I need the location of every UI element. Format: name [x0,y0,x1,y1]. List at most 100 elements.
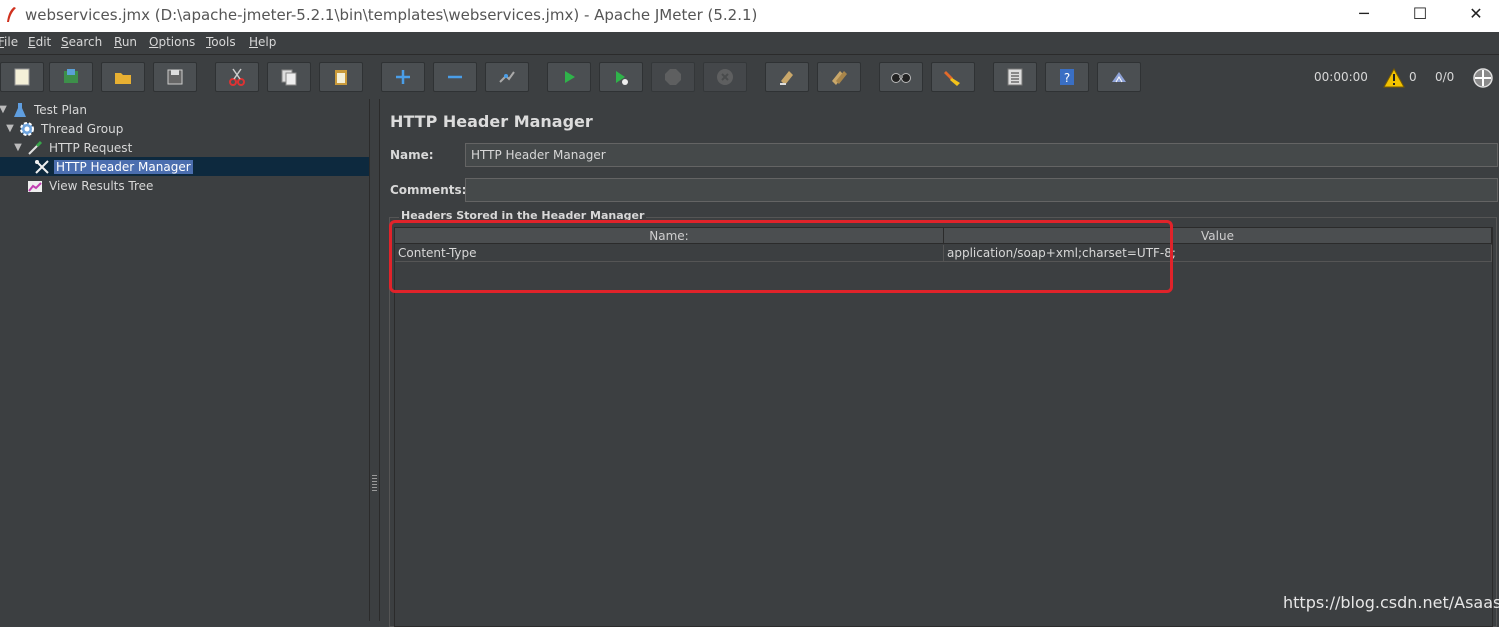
divider-grip[interactable] [372,475,377,491]
toggle-button[interactable] [485,62,529,92]
clear-all-button[interactable] [817,62,861,92]
templates-icon [64,69,78,83]
menu-edit[interactable]: Edit [28,35,51,49]
menu-search-mnemonic: S [61,35,69,49]
cut-icon [229,68,245,86]
tree-item-view-results-tree[interactable]: View Results Tree [26,176,155,195]
menu-options-label: ptions [158,35,196,49]
search-button[interactable] [879,62,923,92]
tools-icon [33,158,51,176]
window-title: webservices.jmx (D:\apache-jmeter-5.2.1\… [25,6,758,24]
open-button[interactable] [101,62,145,92]
reset-search-button[interactable] [931,62,975,92]
start-no-pauses-icon [616,71,628,85]
function-helper-icon [1007,68,1023,86]
active-threads: 0/0 [1435,70,1455,84]
stop-button[interactable] [651,62,695,92]
pipette-icon [26,139,44,157]
shutdown-button[interactable] [703,62,747,92]
watermark-text: https://blog.csdn.net/Asaasa1 [1283,593,1499,612]
window-title-bar: webservices.jmx (D:\apache-jmeter-5.2.1\… [0,0,1499,32]
stop-icon [665,69,681,85]
function-helper-button[interactable] [993,62,1037,92]
clear-all-icon [832,71,847,85]
jmeter-feather-icon [4,6,18,28]
tree-item-label: View Results Tree [49,178,154,193]
clear-button[interactable] [765,62,809,92]
collapse-all-button[interactable] [433,62,477,92]
comments-field[interactable] [465,178,1498,202]
gear-icon [18,120,36,138]
paste-icon [335,70,347,85]
split-pane-divider[interactable] [369,99,380,621]
new-icon [14,68,30,86]
expanded-twisty-icon[interactable]: ▼ [12,142,24,154]
tree-item-test-plan[interactable]: ▼ Test Plan [0,100,89,119]
chart-icon [26,177,44,195]
menu-help-mnemonic: H [249,35,259,49]
menu-run[interactable]: Run [114,35,137,49]
menu-help[interactable]: Help [249,35,276,49]
maximize-button[interactable]: ☐ [1395,0,1445,32]
header-manager-editor: HTTP Header Manager Name: HTTP Header Ma… [380,99,1499,627]
expand-icon [396,70,410,84]
toolbar: ? 00:00:00 0 0/0 [0,55,1499,99]
start-no-pauses-button[interactable] [599,62,643,92]
open-icon [115,73,131,84]
name-field[interactable]: HTTP Header Manager [465,143,1498,167]
expanded-twisty-icon[interactable]: ▼ [4,123,16,135]
warning-icon[interactable] [1383,67,1405,91]
test-plan-icon [11,101,29,119]
save-icon [167,69,183,85]
svg-text:?: ? [1064,71,1070,85]
panel-title: HTTP Header Manager [390,112,593,131]
comments-label: Comments: [390,183,467,197]
close-button[interactable]: ✕ [1451,0,1499,32]
menu-edit-label: dit [35,35,52,49]
remote-start-button[interactable] [1097,62,1141,92]
help-icon: ? [1060,69,1074,85]
new-button[interactable] [0,62,44,92]
elapsed-time: 00:00:00 [1314,70,1368,84]
search-icon [891,73,911,83]
menu-edit-mnemonic: E [28,35,36,49]
toggle-icon [499,71,515,83]
menu-search-label: earch [68,35,103,49]
menu-bar: File Edit Search Run Options Tools Help [0,32,1499,55]
reset-search-icon [944,71,960,86]
menu-run-mnemonic: R [114,35,122,49]
menu-options[interactable]: Options [149,35,195,49]
templates-button[interactable] [49,62,93,92]
menu-run-label: un [121,35,138,49]
tree-item-http-header-manager[interactable]: HTTP Header Manager [0,157,369,176]
tree-item-label: Thread Group [41,121,124,136]
tree-item-http-request[interactable]: ▼ HTTP Request [12,138,134,157]
collapse-icon [448,75,462,79]
menu-file[interactable]: File [0,35,18,49]
paste-button[interactable] [319,62,363,92]
tree-item-thread-group[interactable]: ▼ Thread Group [4,119,125,138]
menu-help-label: elp [258,35,277,49]
menu-tools[interactable]: Tools [206,35,236,49]
start-button[interactable] [547,62,591,92]
copy-button[interactable] [267,62,311,92]
copy-icon [281,69,297,86]
help-button[interactable]: ? [1045,62,1089,92]
tree-item-label: HTTP Request [49,140,133,155]
annotation-highlight-box [389,220,1173,293]
tree-item-label: Test Plan [34,102,87,117]
menu-tools-label: ools [211,35,236,49]
clear-icon [780,71,793,85]
warning-count: 0 [1409,70,1417,84]
shutdown-icon [717,69,733,85]
name-label: Name: [390,148,434,162]
expand-all-button[interactable] [381,62,425,92]
remote-status-icon[interactable] [1472,67,1494,92]
minimize-button[interactable]: ─ [1339,0,1389,32]
expanded-twisty-icon[interactable]: ▼ [0,104,9,116]
cut-button[interactable] [215,62,259,92]
save-button[interactable] [153,62,197,92]
menu-search[interactable]: Search [61,35,102,49]
start-icon [565,71,575,83]
remote-icon [1112,72,1126,83]
